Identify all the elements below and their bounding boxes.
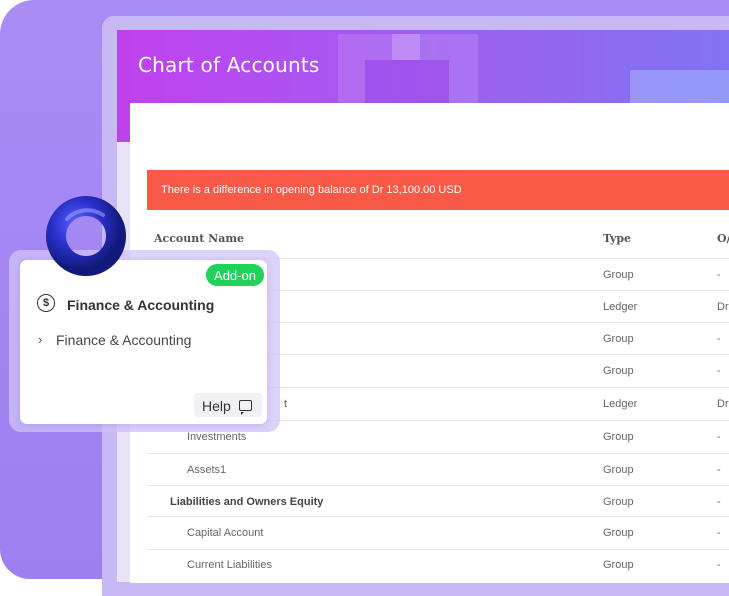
opening-balance: Dr	[717, 398, 729, 410]
addon-badge: Add-on	[206, 264, 264, 286]
account-name: Liabilities and Owners Equity	[170, 496, 324, 508]
page-title: Chart of Accounts	[138, 53, 320, 77]
account-name: Assets1	[187, 464, 227, 476]
opening-balance: -	[717, 464, 721, 476]
account-name: t	[284, 398, 288, 410]
account-type: Group	[603, 464, 634, 476]
account-type: Group	[603, 333, 634, 345]
finance-accounting-menu-item[interactable]: Finance & Accounting	[56, 332, 191, 348]
torus-decoration-icon	[46, 196, 126, 276]
opening-balance: -	[717, 559, 721, 571]
table-row[interactable]: Current Liabilities Group -	[147, 549, 729, 580]
opening-balance-alert: There is a difference in opening balance…	[147, 170, 729, 210]
account-name: Current Liabilities	[187, 559, 272, 571]
account-name: Capital Account	[187, 527, 264, 539]
account-type: Group	[603, 559, 634, 571]
account-type: Ledger	[603, 398, 638, 410]
account-type: Group	[603, 431, 634, 443]
column-header-type[interactable]: Type	[603, 232, 631, 245]
alert-message: There is a difference in opening balance…	[161, 184, 462, 196]
account-name: Investments	[187, 431, 247, 443]
table-row[interactable]: Liabilities and Owners Equity Group -	[147, 485, 729, 518]
account-type: Ledger	[603, 301, 638, 313]
help-button[interactable]: Help	[194, 393, 262, 417]
opening-balance: -	[717, 333, 721, 345]
opening-balance: Dr	[717, 301, 729, 313]
opening-balance: -	[717, 527, 721, 539]
header-decoration	[392, 34, 420, 60]
chevron-right-icon[interactable]: ›	[38, 332, 42, 347]
opening-balance: -	[717, 365, 721, 377]
account-type: Group	[603, 365, 634, 377]
account-type: Group	[603, 527, 634, 539]
column-header-account-name[interactable]: Account Name	[154, 232, 244, 245]
account-type: Group	[603, 269, 634, 281]
column-header-opening-balance[interactable]: O/	[717, 232, 729, 245]
account-type: Group	[603, 496, 634, 508]
chat-bubble-icon	[239, 400, 252, 415]
addon-popup: Add-on $ Finance & Accounting › Finance …	[20, 260, 267, 424]
opening-balance: -	[717, 431, 721, 443]
popup-title: Finance & Accounting	[67, 297, 215, 313]
help-label: Help	[202, 398, 231, 414]
opening-balance: -	[717, 269, 721, 281]
table-row[interactable]: Capital Account Group -	[147, 516, 729, 549]
opening-balance: -	[717, 496, 721, 508]
table-row[interactable]: Assets1 Group -	[147, 453, 729, 486]
dollar-circle-icon: $	[37, 294, 55, 312]
